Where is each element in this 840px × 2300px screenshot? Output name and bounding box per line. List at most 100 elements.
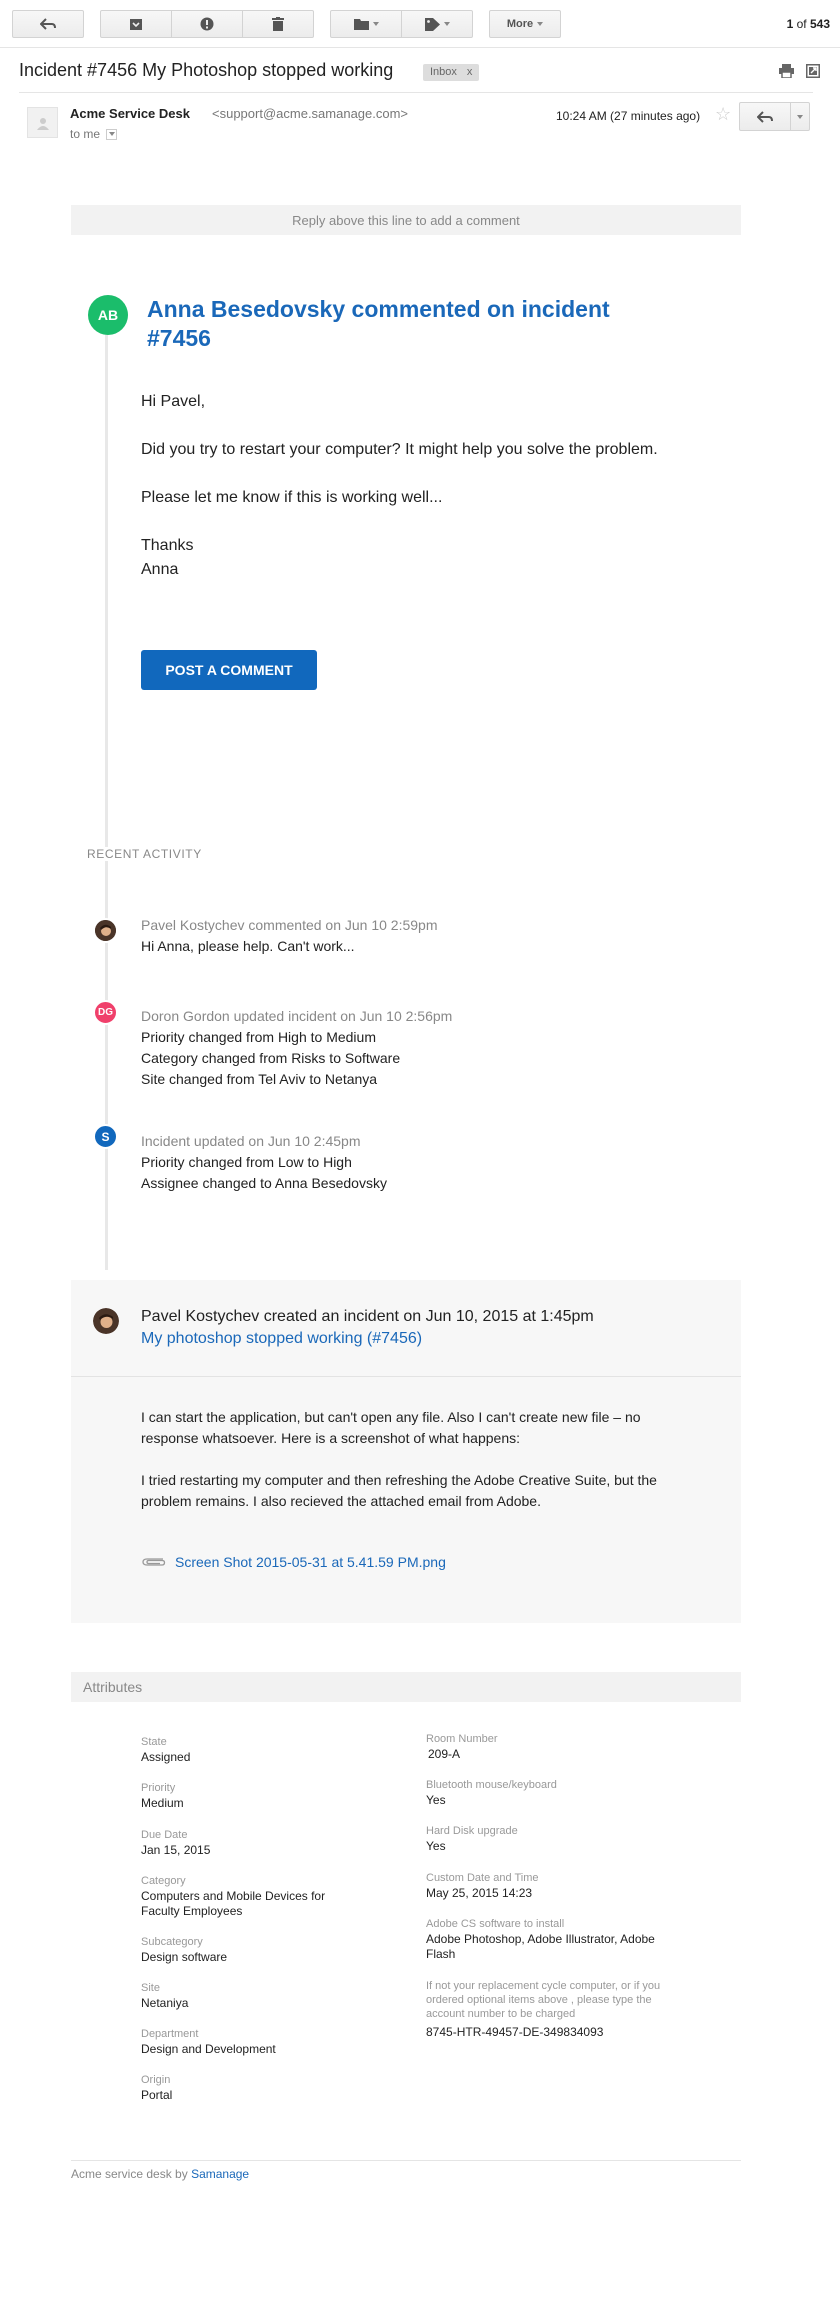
attribute-label: Category	[141, 1875, 186, 1887]
attribute-subcategory: Subcategory Design software	[141, 1935, 371, 1965]
paperclip-icon	[142, 1558, 166, 1566]
attribute-value: Yes	[426, 1793, 446, 1807]
count-total: 543	[809, 17, 830, 31]
comment-paragraph: Please let me know if this is working we…	[141, 489, 443, 506]
comment-body: Hi Pavel, Did you try to restart your co…	[141, 390, 681, 582]
count-current: 1	[786, 17, 794, 31]
comment-title: Anna Besedovsky commented on incident #7…	[147, 296, 610, 351]
recipients-text: to me	[70, 127, 101, 141]
attribute-origin: Origin Portal	[141, 2073, 371, 2103]
spam-icon	[200, 17, 214, 31]
sender-email: <support@acme.samanage.com>	[212, 106, 409, 121]
activity-header: Doron Gordon updated incident on Jun 10 …	[141, 1008, 453, 1024]
incident-description: I can start the application, but can't o…	[141, 1407, 661, 1533]
reply-icon	[757, 110, 773, 123]
comment-greeting: Hi Pavel,	[141, 393, 206, 410]
attribute-value: Design and Development	[141, 2042, 276, 2056]
comment-signoff: Thanks	[141, 537, 194, 554]
samanage-link[interactable]: Samanage	[191, 2167, 249, 2181]
attribute-value: 209-A	[428, 1747, 461, 1761]
archive-button[interactable]	[100, 10, 172, 38]
commenter-avatar: AB	[88, 295, 128, 335]
subject-actions	[779, 64, 820, 78]
archive-icon	[130, 18, 142, 30]
labels-button[interactable]	[401, 10, 473, 38]
attribute-due-date: Due Date Jan 15, 2015	[141, 1828, 371, 1858]
reply-above-notice: Reply above this line to add a comment	[71, 205, 741, 235]
delete-button[interactable]	[242, 10, 314, 38]
attachment-filename: Screen Shot 2015-05-31 at 5.41.59 PM.png	[175, 1554, 446, 1570]
attribute-label: Custom Date and Time	[426, 1872, 539, 1884]
incident-paragraph: I can start the application, but can't o…	[141, 1409, 641, 1446]
toolbar: More 1 of 543	[0, 0, 840, 48]
sender-name[interactable]: Acme Service Desk	[70, 106, 190, 121]
star-icon[interactable]: ☆	[715, 104, 731, 125]
activity-line: Assignee changed to Anna Besedovsky	[141, 1175, 387, 1191]
print-icon[interactable]	[779, 64, 794, 78]
remove-label-button[interactable]: x	[467, 66, 473, 78]
folder-icon	[353, 19, 369, 30]
chevron-down-icon	[537, 22, 544, 26]
attribute-label: Site	[141, 1982, 160, 1994]
footer-divider	[71, 2160, 741, 2161]
attribute-department: Department Design and Development	[141, 2027, 371, 2057]
attachment-link[interactable]: Screen Shot 2015-05-31 at 5.41.59 PM.png	[141, 1554, 446, 1570]
sender-avatar[interactable]	[27, 107, 58, 138]
inbox-label[interactable]: Inbox x	[423, 64, 480, 81]
chevron-down-icon	[108, 132, 115, 136]
reply-button[interactable]	[739, 102, 791, 131]
attribute-value: Computers and Mobile Devices for Faculty…	[141, 1889, 326, 1918]
footer: Acme service desk by Samanage	[71, 2167, 249, 2181]
activity-header: Incident updated on Jun 10 2:45pm	[141, 1133, 361, 1149]
more-actions-button[interactable]	[790, 102, 810, 131]
attribute-label: Bluetooth mouse/keyboard	[426, 1779, 557, 1791]
avatar-system: S	[93, 1124, 118, 1149]
attribute-value: Jan 15, 2015	[141, 1843, 211, 1857]
move-to-button[interactable]	[330, 10, 402, 38]
attribute-label: Origin	[141, 2074, 171, 2086]
attribute-account-number: If not your replacement cycle computer, …	[426, 1979, 671, 2040]
attribute-label: Adobe CS software to install	[426, 1918, 565, 1930]
more-button[interactable]: More	[489, 10, 561, 38]
inbox-label-text: Inbox	[430, 66, 457, 78]
avatar-pavel	[93, 918, 118, 943]
attribute-label: Subcategory	[141, 1936, 203, 1948]
attribute-category: Category Computers and Mobile Devices fo…	[141, 1874, 366, 1919]
activity-line: Priority changed from Low to High	[141, 1154, 352, 1170]
attribute-label: If not your replacement cycle computer, …	[426, 1980, 661, 2020]
activity-line: Category changed from Risks to Software	[141, 1050, 401, 1066]
chevron-down-icon	[443, 22, 450, 26]
comment-paragraph: Did you try to restart your computer? It…	[141, 441, 658, 458]
attribute-label: Room Number	[426, 1733, 498, 1745]
attribute-custom-date: Custom Date and Time May 25, 2015 14:23	[426, 1871, 656, 1901]
post-comment-button[interactable]: POST A COMMENT	[141, 650, 317, 690]
attributes-header: Attributes	[71, 1672, 741, 1702]
attribute-value: Yes	[426, 1839, 446, 1853]
count-of: of	[796, 17, 807, 31]
email-timestamp: 10:24 AM (27 minutes ago)	[556, 109, 701, 123]
incident-header: Pavel Kostychev created an incident on J…	[71, 1280, 741, 1377]
show-details-button[interactable]	[106, 128, 118, 140]
back-button[interactable]	[12, 10, 84, 38]
activity-line: Hi Anna, please help. Can't work...	[141, 938, 355, 954]
incident-created-text: Pavel Kostychev created an incident on J…	[141, 1308, 594, 1325]
report-spam-button[interactable]	[171, 10, 243, 38]
attribute-value: Medium	[141, 1796, 184, 1810]
person-icon	[36, 117, 49, 130]
chevron-down-icon	[797, 114, 803, 119]
attribute-priority: Priority Medium	[141, 1781, 371, 1811]
attribute-value: Netaniya	[141, 1996, 189, 2010]
email-subject: Incident #7456 My Photoshop stopped work…	[19, 60, 394, 80]
person-photo-icon	[95, 920, 116, 941]
back-arrow-icon	[40, 18, 56, 30]
activity-line: Site changed from Tel Aviv to Netanya	[141, 1071, 378, 1087]
attribute-room-number: Room Number 209-A	[426, 1732, 656, 1762]
attribute-value: May 25, 2015 14:23	[426, 1886, 533, 1900]
chevron-down-icon	[372, 22, 379, 26]
attribute-label: Due Date	[141, 1829, 188, 1841]
incident-link[interactable]: My photoshop stopped working (#7456)	[141, 1330, 422, 1348]
comment-signature: Anna	[141, 561, 179, 578]
incident-paragraph: I tried restarting my computer and then …	[141, 1472, 657, 1509]
new-window-icon[interactable]	[806, 64, 820, 78]
trash-icon	[272, 17, 284, 31]
